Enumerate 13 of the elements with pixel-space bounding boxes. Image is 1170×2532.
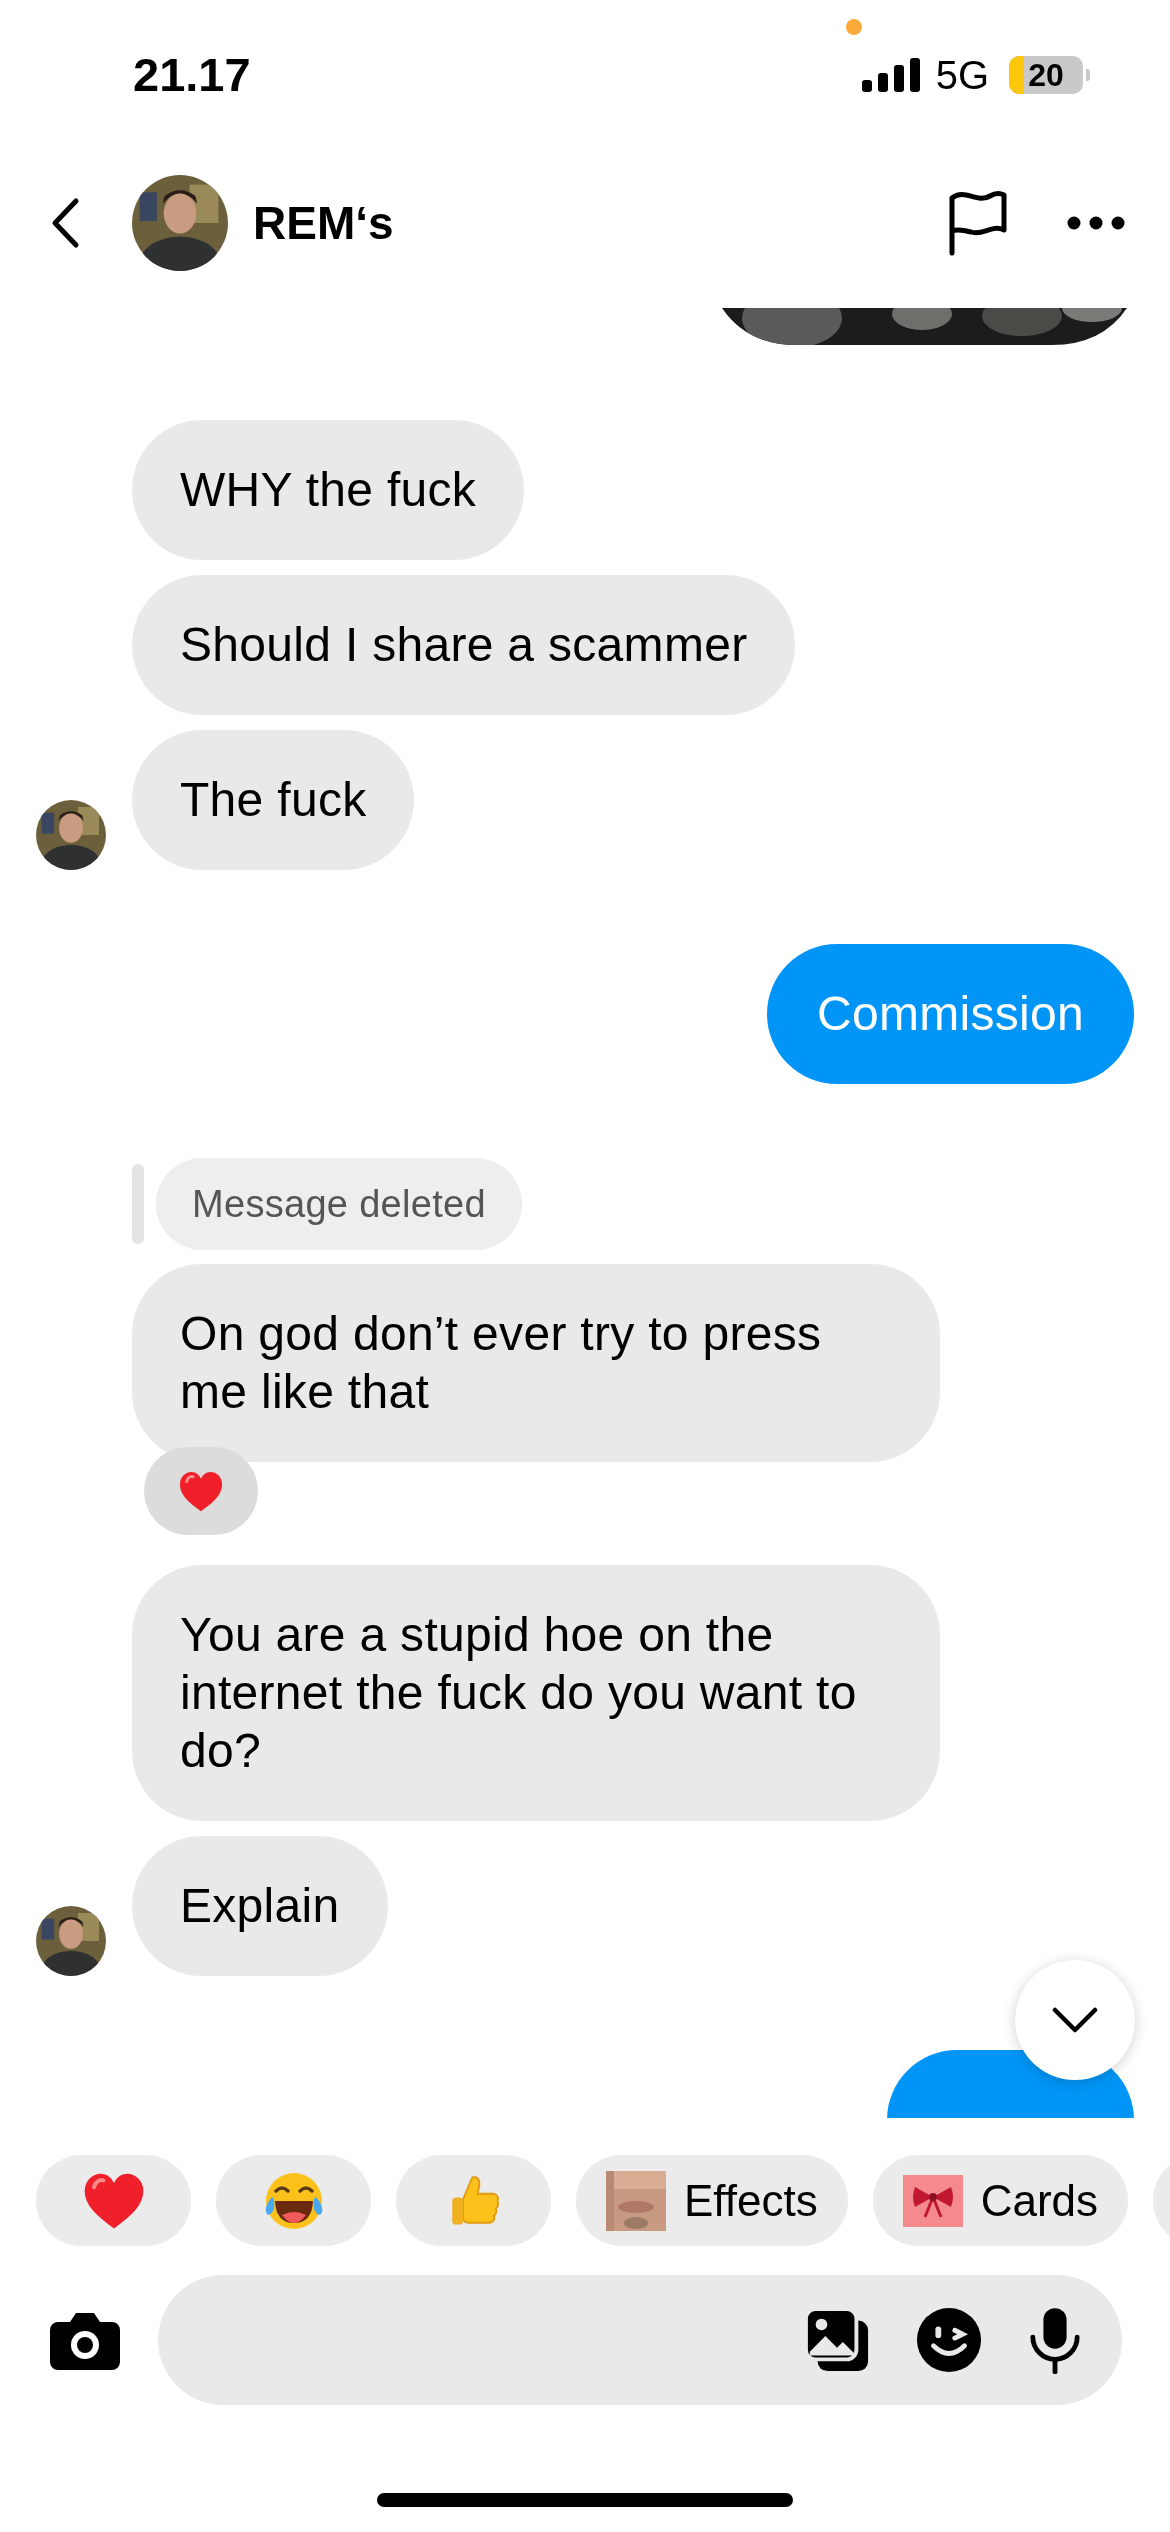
cards-button[interactable]: Cards bbox=[872, 2155, 1129, 2246]
message-bubble: Commission bbox=[766, 944, 1134, 1084]
message-bubble: Should I share a scammer bbox=[132, 575, 796, 715]
network-label: 5G bbox=[935, 52, 989, 98]
message-bubble: WHY the fuck bbox=[132, 420, 525, 560]
message-bubble: Explain bbox=[132, 1836, 388, 1976]
effects-button[interactable]: Effects bbox=[576, 2155, 848, 2246]
message-bubble: On god don’t ever try to press me like that bbox=[132, 1264, 940, 1462]
message-bubble: You are a stupid hoe on the internet the fuck do you want to do? bbox=[132, 1565, 940, 1821]
deleted-message: Message deleted bbox=[156, 1158, 522, 1250]
chat-title[interactable]: REM‘s bbox=[253, 195, 394, 250]
message-bubble: The fuck bbox=[132, 730, 415, 870]
status-time: 21.17 bbox=[133, 46, 251, 102]
